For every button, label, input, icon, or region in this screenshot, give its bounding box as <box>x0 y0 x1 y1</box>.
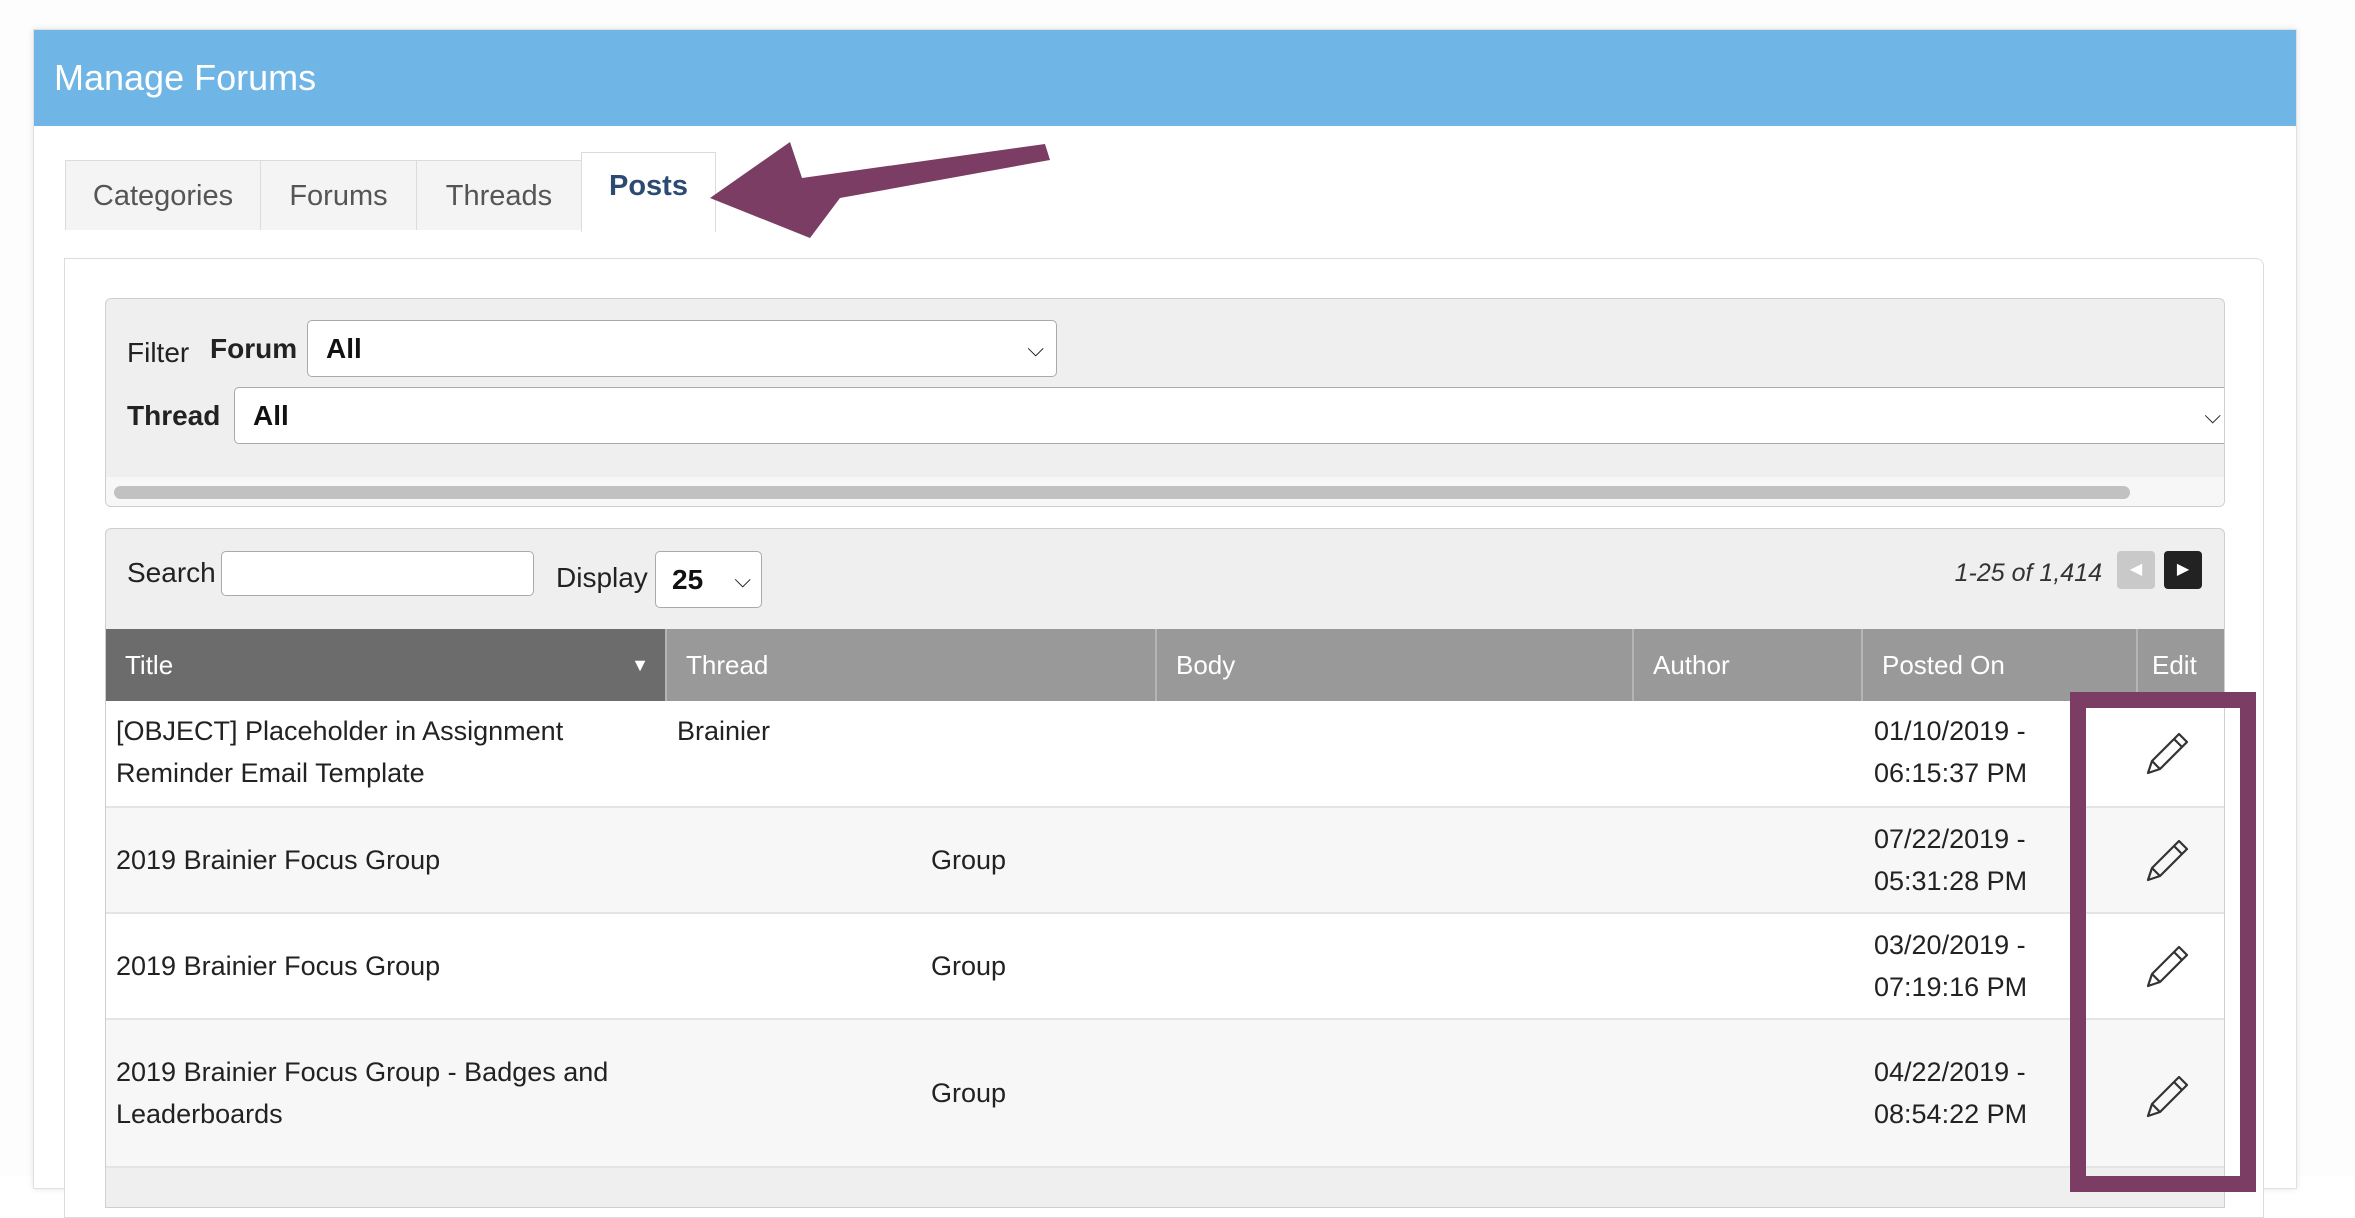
display-count-select[interactable]: 25 ⌵ <box>655 551 762 608</box>
row-thread: Brainier <box>677 716 771 746</box>
next-page-icon: ▶ <box>2176 561 2190 578</box>
row-thread: Group <box>931 951 1007 981</box>
table-header: Title ▼ Thread Body Author Posted On Edi… <box>106 629 2224 701</box>
next-page-button[interactable]: ▶ <box>2164 551 2202 589</box>
display-count-value: 25 <box>672 564 704 595</box>
prev-page-button[interactable]: ◀ <box>2117 551 2155 589</box>
callout-arrow <box>710 142 1050 238</box>
table-row[interactable]: 2019 Brainier Focus Group - Badges and L… <box>106 1020 2224 1168</box>
column-header-body[interactable]: Body <box>1157 629 1634 701</box>
forum-filter-select[interactable]: All ⌵ <box>307 320 1057 377</box>
search-label: Search <box>127 557 216 588</box>
tab-posts[interactable]: Posts <box>581 152 716 232</box>
chevron-down-icon: ⌵ <box>1027 336 1044 361</box>
row-title[interactable]: [OBJECT] Placeholder in Assignment Remin… <box>116 710 636 794</box>
thread-filter-label: Thread <box>127 400 221 431</box>
forum-filter-label: Forum <box>210 333 298 364</box>
row-posted-on: 03/20/2019 - 07:19:16 PM <box>1874 930 2028 1002</box>
prev-page-icon: ◀ <box>2129 561 2143 578</box>
column-header-posted-on[interactable]: Posted On <box>1863 629 2138 701</box>
column-header-thread[interactable]: Thread <box>667 629 1157 701</box>
forum-filter-value: All <box>326 333 362 364</box>
table-row[interactable]: 2019 Brainier Focus Group Group 07/22/20… <box>106 808 2224 914</box>
search-input[interactable] <box>221 551 534 596</box>
row-title[interactable]: 2019 Brainier Focus Group - Badges and L… <box>116 1051 636 1135</box>
row-posted-on: 07/22/2019 - 05:31:28 PM <box>1874 824 2028 896</box>
row-thread: Group <box>931 1078 1007 1108</box>
filter-label: Filter <box>127 337 190 368</box>
horizontal-scrollbar[interactable] <box>106 477 2224 506</box>
thread-filter-select[interactable]: All ⌵ <box>234 387 2224 444</box>
tab-forums[interactable]: Forums <box>260 160 417 230</box>
edit-column-highlight <box>2070 692 2256 1192</box>
column-header-title[interactable]: Title ▼ <box>106 629 667 701</box>
chevron-down-icon: ⌵ <box>2204 403 2221 428</box>
thread-filter-value: All <box>253 400 289 431</box>
row-thread: Group <box>931 845 1007 875</box>
filter-panel: Filter Forum All ⌵ Thread All ⌵ <box>105 298 2225 507</box>
row-title[interactable]: 2019 Brainier Focus Group <box>116 839 440 881</box>
sort-down-icon: ▼ <box>631 655 649 675</box>
tab-threads[interactable]: Threads <box>416 160 582 230</box>
panel-header: Manage Forums <box>34 30 2296 126</box>
chevron-down-icon: ⌵ <box>734 567 751 592</box>
table-row[interactable]: [OBJECT] Placeholder in Assignment Remin… <box>106 701 2224 808</box>
display-label: Display <box>556 562 648 593</box>
column-header-author[interactable]: Author <box>1634 629 1863 701</box>
table-row[interactable]: 2019 Brainier Focus Group Group 03/20/20… <box>106 914 2224 1020</box>
row-title[interactable]: 2019 Brainier Focus Group <box>116 945 440 987</box>
pager-range: 1-25 of 1,414 <box>1954 559 2102 587</box>
tab-categories[interactable]: Categories <box>65 160 261 230</box>
row-posted-on: 04/22/2019 - 08:54:22 PM <box>1874 1057 2028 1129</box>
scrollbar-thumb[interactable] <box>114 486 2130 499</box>
column-title-label: Title <box>125 650 174 680</box>
column-header-edit: Edit <box>2138 629 2224 701</box>
row-posted-on: 01/10/2019 - 06:15:37 PM <box>1874 716 2028 788</box>
posts-grid: Search Display 25 ⌵ 1-25 of 1,414 ◀ ▶ Ti… <box>105 528 2225 1208</box>
